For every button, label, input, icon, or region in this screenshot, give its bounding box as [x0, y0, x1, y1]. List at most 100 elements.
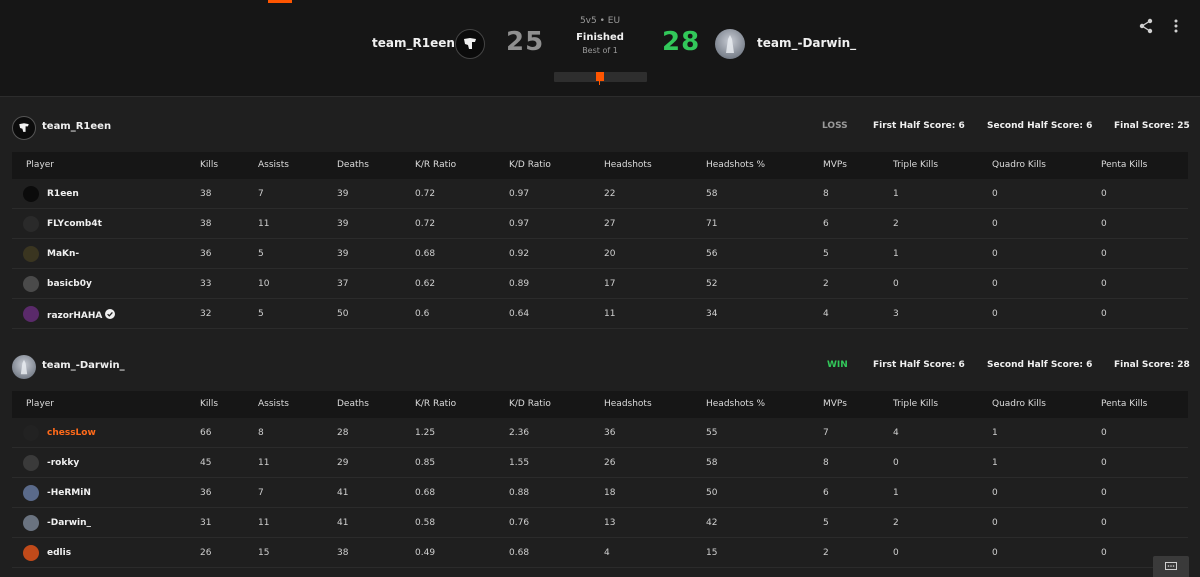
round-marker[interactable] — [596, 72, 604, 81]
player-avatar[interactable] — [23, 216, 39, 232]
cell-kr: 0.72 — [415, 189, 436, 199]
player-avatar[interactable] — [23, 545, 39, 561]
cell-quadro: 0 — [992, 488, 998, 498]
character-logo-icon — [20, 359, 28, 375]
team1-section-name[interactable]: team_R1een — [42, 121, 111, 132]
column-header-headshots-[interactable]: Headshots % — [706, 399, 765, 409]
cell-kills: 36 — [200, 488, 212, 498]
column-header-quadro-kills[interactable]: Quadro Kills — [992, 160, 1046, 170]
player-name[interactable]: -rokky — [47, 458, 79, 468]
cell-triple: 1 — [893, 249, 899, 259]
player-name[interactable]: MaKn- — [47, 249, 79, 259]
table-row: -rokky 45 11 29 0.85 1.55 26 58 8 0 1 0 — [12, 448, 1188, 478]
player-avatar[interactable] — [23, 186, 39, 202]
column-header-k-r-ratio[interactable]: K/R Ratio — [415, 160, 456, 170]
table-row: R1een 38 7 39 0.72 0.97 22 58 8 1 0 0 — [12, 179, 1188, 209]
cell-assists: 7 — [258, 488, 264, 498]
team2-name[interactable]: team_-Darwin_ — [757, 36, 856, 50]
column-header-deaths[interactable]: Deaths — [337, 160, 369, 170]
player-name[interactable]: basicb0y — [47, 279, 92, 289]
player-name-text: FLYcomb4t — [47, 219, 102, 229]
cell-kd: 0.76 — [509, 518, 530, 528]
cell-triple: 4 — [893, 428, 899, 438]
column-header-k-d-ratio[interactable]: K/D Ratio — [509, 399, 551, 409]
round-tick — [599, 81, 600, 85]
cell-penta: 0 — [1101, 189, 1107, 199]
chat-button[interactable] — [1153, 556, 1189, 577]
column-header-deaths[interactable]: Deaths — [337, 399, 369, 409]
player-name[interactable]: FLYcomb4t — [47, 219, 102, 229]
player-avatar[interactable] — [23, 246, 39, 262]
player-name[interactable]: -Darwin_ — [47, 518, 91, 528]
team2-score: 28 — [662, 27, 701, 57]
cell-penta: 0 — [1101, 488, 1107, 498]
table-row: MaKn- 36 5 39 0.68 0.92 20 56 5 1 0 0 — [12, 239, 1188, 269]
column-header-assists[interactable]: Assists — [258, 160, 289, 170]
player-avatar[interactable] — [23, 485, 39, 501]
cell-assists: 8 — [258, 428, 264, 438]
column-header-mvps[interactable]: MVPs — [823, 160, 847, 170]
column-header-k-r-ratio[interactable]: K/R Ratio — [415, 399, 456, 409]
cell-kd: 0.64 — [509, 309, 530, 319]
player-avatar[interactable] — [23, 276, 39, 292]
player-avatar[interactable] — [23, 515, 39, 531]
column-header-kills[interactable]: Kills — [200, 160, 218, 170]
column-header-headshots[interactable]: Headshots — [604, 160, 652, 170]
column-header-player[interactable]: Player — [26, 160, 54, 170]
column-header-triple-kills[interactable]: Triple Kills — [893, 399, 938, 409]
column-header-penta-kills[interactable]: Penta Kills — [1101, 160, 1147, 170]
cell-triple: 0 — [893, 458, 899, 468]
column-header-kills[interactable]: Kills — [200, 399, 218, 409]
player-name[interactable]: -HeRMiN — [47, 488, 91, 498]
cell-assists: 11 — [258, 458, 270, 468]
column-header-player[interactable]: Player — [26, 399, 54, 409]
player-name[interactable]: chessLow — [47, 428, 96, 438]
cell-triple: 2 — [893, 219, 899, 229]
cell-hs: 26 — [604, 458, 616, 468]
cell-deaths: 28 — [337, 428, 349, 438]
cell-triple: 0 — [893, 279, 899, 289]
player-name[interactable]: R1een — [47, 189, 79, 199]
cell-kr: 0.49 — [415, 548, 436, 558]
column-header-quadro-kills[interactable]: Quadro Kills — [992, 399, 1046, 409]
cell-deaths: 39 — [337, 249, 349, 259]
team2-section-name[interactable]: team_-Darwin_ — [42, 360, 125, 371]
player-avatar[interactable] — [23, 306, 39, 322]
cell-quadro: 0 — [992, 518, 998, 528]
table-row: chessLow 66 8 28 1.25 2.36 36 55 7 4 1 0 — [12, 418, 1188, 448]
share-icon[interactable] — [1136, 16, 1156, 36]
wolf-logo-icon — [464, 38, 476, 49]
cell-kr: 0.58 — [415, 518, 436, 528]
column-header-mvps[interactable]: MVPs — [823, 399, 847, 409]
player-name[interactable]: razorHAHA — [47, 309, 116, 321]
cell-deaths: 50 — [337, 309, 349, 319]
column-header-triple-kills[interactable]: Triple Kills — [893, 160, 938, 170]
cell-mvps: 2 — [823, 548, 829, 558]
cell-hsp: 55 — [706, 428, 718, 438]
best-of: Best of 1 — [582, 46, 618, 55]
player-avatar[interactable] — [23, 425, 39, 441]
cell-kr: 0.62 — [415, 279, 436, 289]
column-header-headshots[interactable]: Headshots — [604, 399, 652, 409]
team2-avatar[interactable] — [715, 29, 745, 59]
column-header-k-d-ratio[interactable]: K/D Ratio — [509, 160, 551, 170]
column-header-headshots-[interactable]: Headshots % — [706, 160, 765, 170]
player-name-text: MaKn- — [47, 249, 80, 259]
player-name[interactable]: edlis — [47, 548, 71, 558]
player-avatar[interactable] — [23, 455, 39, 471]
team2-second-half: Second Half Score: 6 — [987, 360, 1093, 370]
cell-assists: 15 — [258, 548, 270, 558]
column-header-assists[interactable]: Assists — [258, 399, 289, 409]
team1-avatar[interactable] — [455, 29, 485, 59]
team1-avatar-small[interactable] — [12, 116, 36, 140]
team1-name[interactable]: team_R1een — [372, 36, 455, 50]
team2-avatar-small[interactable] — [12, 355, 36, 379]
cell-penta: 0 — [1101, 428, 1107, 438]
more-options-icon[interactable] — [1166, 16, 1186, 36]
cell-hs: 27 — [604, 219, 616, 229]
table-header: Player Kills Assists Deaths K/R Ratio K/D Rat… — [12, 391, 1188, 418]
cell-kd: 0.92 — [509, 249, 530, 259]
cell-kills: 66 — [200, 428, 212, 438]
column-header-penta-kills[interactable]: Penta Kills — [1101, 399, 1147, 409]
match-header: team_R1een 25 5v5 • EU Finished Best of … — [0, 0, 1200, 97]
